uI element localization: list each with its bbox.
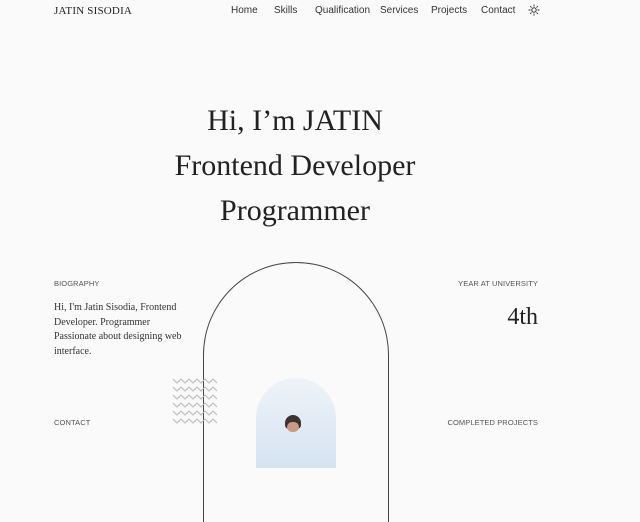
- nav-home[interactable]: Home: [231, 5, 258, 16]
- sun-icon[interactable]: [528, 4, 540, 16]
- nav-qualification[interactable]: Qualification: [315, 5, 370, 16]
- completed-projects-label: COMPLETED PROJECTS: [447, 418, 538, 427]
- nav-menu: Home Skills Qualification Services Proje…: [0, 5, 640, 19]
- nav-projects[interactable]: Projects: [431, 5, 467, 16]
- year-label: YEAR AT UNIVERSITY: [458, 279, 538, 288]
- hero-greeting: Hi, I’m JATIN: [207, 104, 383, 137]
- nav-services[interactable]: Services: [380, 5, 418, 16]
- hero-heading: Hi, I’m JATIN Frontend Developer Program…: [0, 98, 590, 233]
- wave-pattern-decoration: [172, 378, 218, 424]
- hero-role-secondary: Programmer: [220, 194, 370, 227]
- profile-photo: [256, 378, 336, 468]
- nav-skills[interactable]: Skills: [274, 5, 297, 16]
- biography-label: BIOGRAPHY: [54, 279, 100, 288]
- person-face: [287, 422, 299, 432]
- contact-label: CONTACT: [54, 418, 91, 427]
- nav-contact[interactable]: Contact: [481, 5, 515, 16]
- top-navbar: JATIN SISODIA Home Skills Qualification …: [0, 0, 640, 22]
- biography-text: Hi, I'm Jatin Sisodia, Frontend Develope…: [54, 302, 182, 357]
- hero-role: Frontend Developer: [174, 149, 416, 182]
- year-value: 4th: [507, 304, 538, 330]
